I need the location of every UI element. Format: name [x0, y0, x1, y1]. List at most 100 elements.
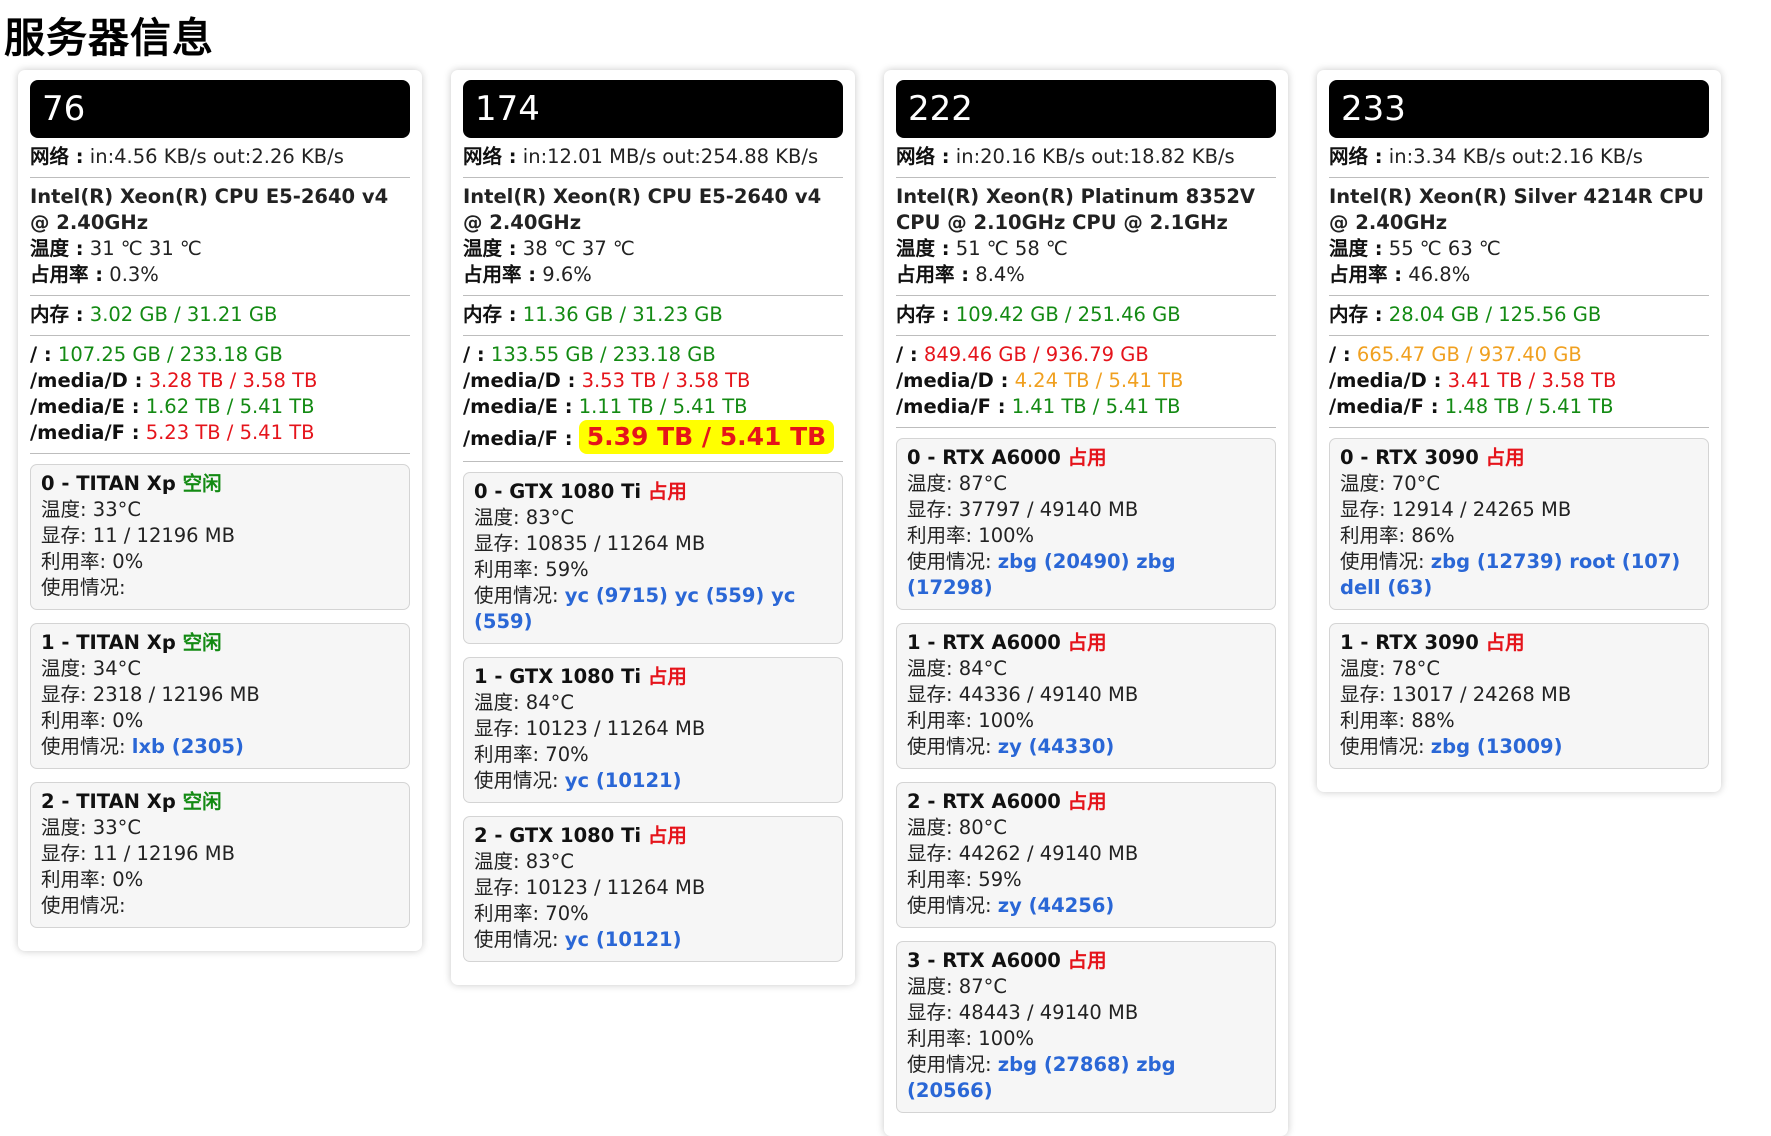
disk-row: / : 849.46 GB / 936.79 GB	[896, 342, 1276, 368]
cpu-temp-value: 31 ℃ 31 ℃	[89, 237, 202, 260]
gpu-mem-value: 10835 / 11264 MB	[525, 532, 706, 555]
gpu-processes: lxb (2305)	[131, 735, 244, 758]
gpu-util-value: 70%	[545, 902, 589, 925]
gpu-status-badge: 占用	[1067, 790, 1107, 813]
gpu-status-badge: 占用	[647, 824, 687, 847]
gpu-util-label: 利用率:	[474, 558, 546, 581]
disk-row: / : 107.25 GB / 233.18 GB	[30, 342, 410, 368]
gpu-card: 0 - TITAN Xp 空闲 温度: 33°C 显存: 11 / 12196 …	[30, 464, 410, 610]
gpu-status-badge: 占用	[647, 665, 687, 688]
cpu-usage-value: 9.6%	[542, 263, 592, 286]
network-label: 网络 :	[896, 145, 950, 168]
gpu-util-label: 利用率:	[41, 550, 113, 573]
disk-section: / : 665.47 GB / 937.40 GB /media/D : 3.4…	[1329, 336, 1709, 428]
disk-usage: 1.41 TB / 5.41 TB	[1011, 395, 1181, 418]
cpu-temp-label: 温度 :	[1329, 237, 1383, 260]
disk-usage: 1.62 TB / 5.41 TB	[145, 395, 315, 418]
cpu-section: Intel(R) Xeon(R) CPU E5-2640 v4 @ 2.40GH…	[463, 178, 843, 296]
gpu-title-row: 1 - RTX A6000 占用	[907, 630, 1265, 656]
disk-usage: 849.46 GB / 936.79 GB	[923, 343, 1149, 366]
gpu-mem-label: 显存:	[1340, 683, 1392, 706]
disk-mount: / :	[896, 343, 918, 366]
disk-mount: / :	[30, 343, 52, 366]
gpu-usage-label: 使用情况:	[907, 550, 998, 573]
cpu-usage-value: 8.4%	[975, 263, 1025, 286]
disk-mount: /media/F :	[896, 395, 1006, 418]
cpu-usage-label: 占用率 :	[30, 263, 104, 286]
cpu-temp-label: 温度 :	[463, 237, 517, 260]
gpu-util-label: 利用率:	[1340, 709, 1412, 732]
gpu-temp-value: 87°C	[958, 472, 1007, 495]
network-section: 网络 : in:20.16 KB/s out:18.82 KB/s	[896, 138, 1276, 178]
cpu-temp-label: 温度 :	[896, 237, 950, 260]
gpu-usage-label: 使用情况:	[41, 894, 126, 917]
cpu-usage-label: 占用率 :	[1329, 263, 1403, 286]
gpu-card: 2 - RTX A6000 占用 温度: 80°C 显存: 44262 / 49…	[896, 782, 1276, 928]
disk-row: /media/F : 1.48 TB / 5.41 TB	[1329, 394, 1709, 420]
cpu-model: Intel(R) Xeon(R) CPU E5-2640 v4 @ 2.40GH…	[463, 185, 822, 234]
gpu-title-row: 0 - RTX 3090 占用	[1340, 445, 1698, 471]
gpu-temp-label: 温度:	[907, 657, 959, 680]
cpu-usage-value: 0.3%	[109, 263, 159, 286]
gpu-title: 0 - TITAN Xp	[41, 472, 176, 495]
disk-mount: /media/F :	[1329, 395, 1439, 418]
gpu-util-value: 59%	[978, 868, 1022, 891]
disk-row: / : 665.47 GB / 937.40 GB	[1329, 342, 1709, 368]
gpu-title: 0 - RTX 3090	[1340, 446, 1479, 469]
gpu-util-label: 利用率:	[41, 868, 113, 891]
memory-value: 28.04 GB / 125.56 GB	[1388, 303, 1602, 326]
gpu-title: 0 - RTX A6000	[907, 446, 1061, 469]
gpu-title: 0 - GTX 1080 Ti	[474, 480, 642, 503]
disk-row: /media/D : 3.53 TB / 3.58 TB	[463, 368, 843, 394]
gpu-status-badge: 占用	[1067, 631, 1107, 654]
server-name: 222	[896, 80, 1276, 138]
disk-usage: 3.41 TB / 3.58 TB	[1447, 369, 1617, 392]
memory-value: 11.36 GB / 31.23 GB	[522, 303, 723, 326]
memory-label: 内存 :	[896, 303, 950, 326]
memory-value: 3.02 GB / 31.21 GB	[89, 303, 278, 326]
gpu-mem-label: 显存:	[907, 1001, 959, 1024]
gpu-processes: zy (44256)	[997, 894, 1115, 917]
server-grid: 76 网络 : in:4.56 KB/s out:2.26 KB/s Intel…	[18, 70, 1758, 1136]
gpu-title: 2 - TITAN Xp	[41, 790, 176, 813]
gpu-title-row: 2 - GTX 1080 Ti 占用	[474, 823, 832, 849]
memory-section: 内存 : 11.36 GB / 31.23 GB	[463, 296, 843, 336]
gpu-title: 2 - GTX 1080 Ti	[474, 824, 642, 847]
gpu-usage-label: 使用情况:	[41, 735, 132, 758]
gpu-temp-label: 温度:	[474, 691, 526, 714]
disk-row: /media/F : 1.41 TB / 5.41 TB	[896, 394, 1276, 420]
cpu-section: Intel(R) Xeon(R) Platinum 8352V CPU @ 2.…	[896, 178, 1276, 296]
disk-mount: /media/E :	[30, 395, 140, 418]
page-title: 服务器信息	[4, 14, 214, 62]
gpu-temp-value: 83°C	[525, 506, 574, 529]
gpu-card: 1 - TITAN Xp 空闲 温度: 34°C 显存: 2318 / 1219…	[30, 623, 410, 769]
disk-mount: /media/E :	[463, 395, 573, 418]
gpu-title-row: 2 - TITAN Xp 空闲	[41, 789, 399, 815]
disk-row: /media/E : 1.62 TB / 5.41 TB	[30, 394, 410, 420]
disk-mount: /media/D :	[1329, 369, 1442, 392]
gpu-temp-value: 34°C	[92, 657, 141, 680]
gpu-mem-value: 11 / 12196 MB	[92, 842, 235, 865]
gpu-temp-value: 33°C	[92, 498, 141, 521]
gpu-mem-value: 37797 / 49140 MB	[958, 498, 1139, 521]
gpu-processes: yc (10121)	[564, 928, 682, 951]
disk-usage: 4.24 TB / 5.41 TB	[1014, 369, 1184, 392]
gpu-card: 2 - GTX 1080 Ti 占用 温度: 83°C 显存: 10123 / …	[463, 816, 843, 962]
disk-section: / : 849.46 GB / 936.79 GB /media/D : 4.2…	[896, 336, 1276, 428]
gpu-mem-value: 10123 / 11264 MB	[525, 876, 706, 899]
gpu-usage-label: 使用情况:	[907, 894, 998, 917]
network-label: 网络 :	[30, 145, 84, 168]
gpu-util-value: 0%	[112, 550, 144, 573]
network-label: 网络 :	[1329, 145, 1383, 168]
gpu-card: 0 - GTX 1080 Ti 占用 温度: 83°C 显存: 10835 / …	[463, 472, 843, 644]
gpu-processes: yc (10121)	[564, 769, 682, 792]
cpu-usage-label: 占用率 :	[896, 263, 970, 286]
cpu-temp-value: 51 ℃ 58 ℃	[955, 237, 1068, 260]
network-section: 网络 : in:12.01 MB/s out:254.88 KB/s	[463, 138, 843, 178]
memory-label: 内存 :	[30, 303, 84, 326]
memory-section: 内存 : 109.42 GB / 251.46 GB	[896, 296, 1276, 336]
gpu-util-value: 70%	[545, 743, 589, 766]
gpu-util-label: 利用率:	[474, 743, 546, 766]
gpu-title: 1 - RTX 3090	[1340, 631, 1479, 654]
gpu-status-badge: 空闲	[182, 790, 222, 813]
